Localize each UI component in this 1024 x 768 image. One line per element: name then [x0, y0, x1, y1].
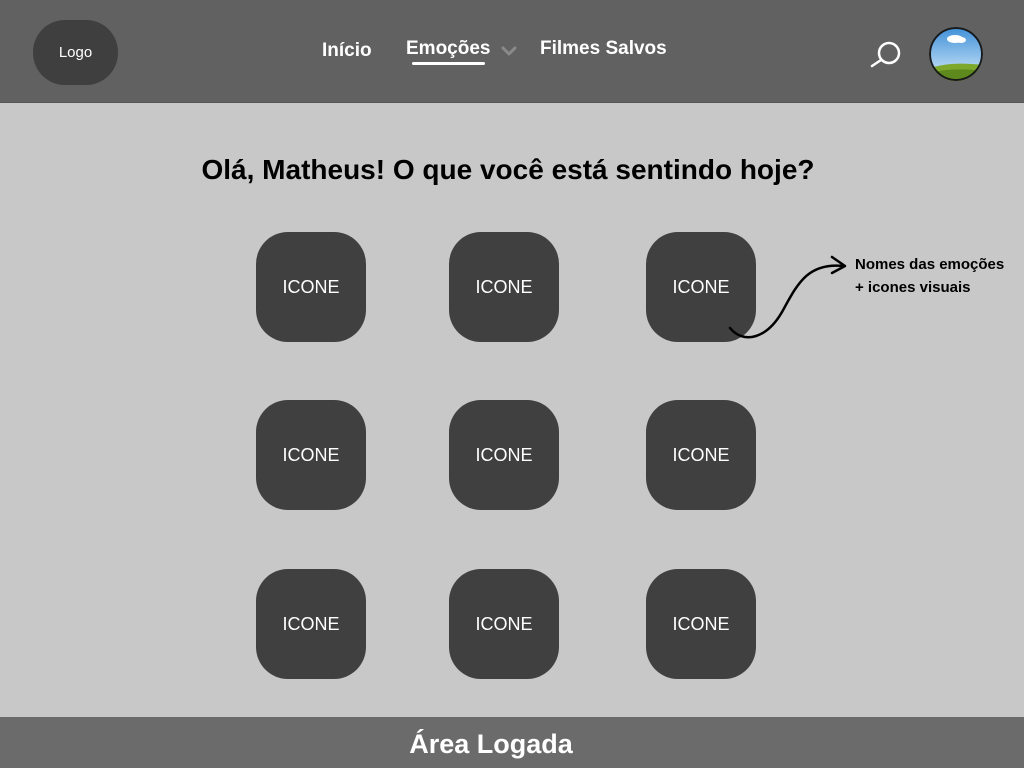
search-icon[interactable]: [868, 38, 904, 70]
chevron-down-icon[interactable]: [500, 42, 518, 60]
annotation-arrow-icon: [728, 255, 847, 339]
nav-active-underline: [412, 62, 485, 65]
avatar[interactable]: [929, 27, 983, 81]
emotion-tile[interactable]: ICONE: [256, 569, 366, 679]
nav-emocoes[interactable]: Emoções: [406, 38, 490, 60]
footer: Área Logada: [0, 717, 1024, 768]
nav-filmes-salvos[interactable]: Filmes Salvos: [540, 38, 667, 60]
emotion-tile[interactable]: ICONE: [449, 232, 559, 342]
logo[interactable]: Logo: [33, 20, 118, 85]
emotion-tile[interactable]: ICONE: [256, 400, 366, 510]
annotation-note: Nomes das emoções + icones visuais: [855, 256, 1005, 296]
emotion-tile[interactable]: ICONE: [449, 400, 559, 510]
footer-title: Área Logada: [409, 729, 573, 759]
page-title: Olá, Matheus! O que você está sentindo h…: [201, 154, 815, 185]
emotion-tile[interactable]: ICONE: [256, 232, 366, 342]
emotion-tile[interactable]: ICONE: [646, 569, 756, 679]
emotion-tile[interactable]: ICONE: [646, 400, 756, 510]
header: Logo Início Emoções Filmes Salvos: [0, 0, 1024, 103]
emotion-tile[interactable]: ICONE: [449, 569, 559, 679]
nav-inicio[interactable]: Início: [322, 40, 372, 62]
